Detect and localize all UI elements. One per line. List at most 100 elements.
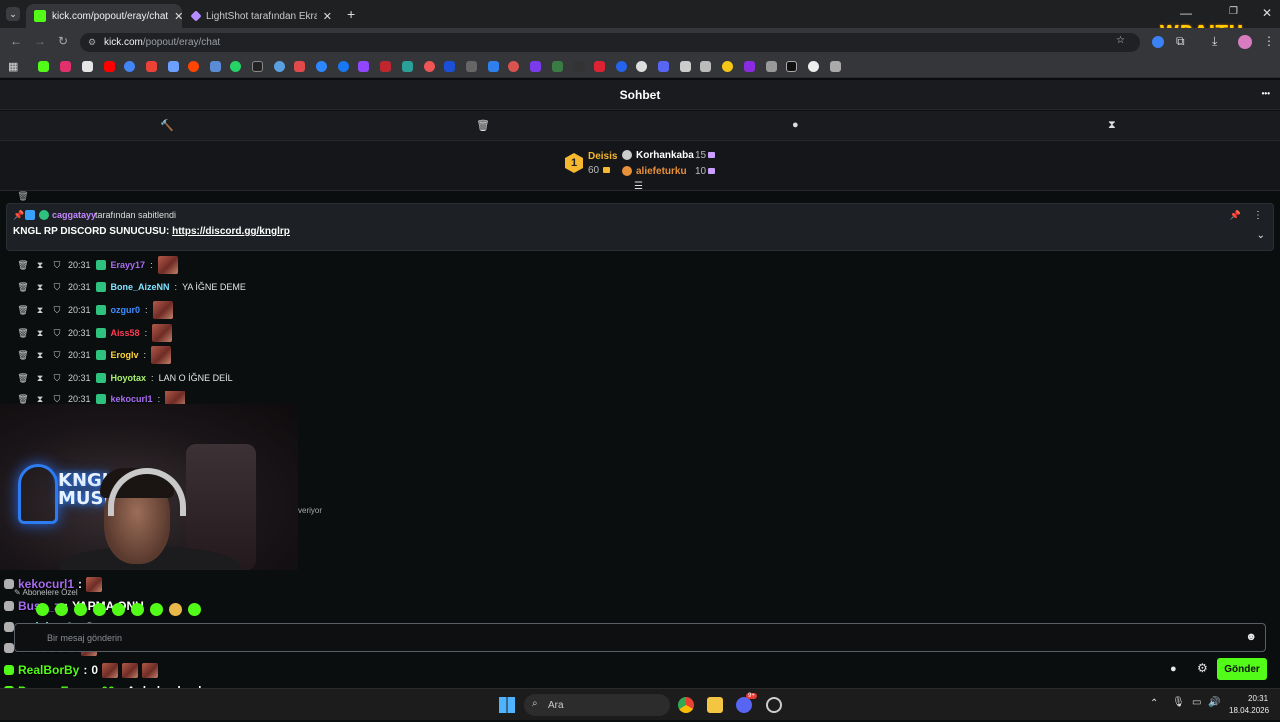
bookmark-star-icon[interactable]: ☆ — [1116, 35, 1125, 46]
timeout-hourglass-icon[interactable]: ⧗ — [34, 282, 46, 293]
bookmark-icon[interactable] — [700, 61, 711, 72]
message-username[interactable]: Hoyotax — [111, 373, 147, 383]
message-username[interactable]: Aiss58 — [111, 328, 140, 338]
leader-second-name[interactable]: Korhankaba — [636, 150, 694, 161]
ban-shield-icon[interactable]: ⛉ — [51, 282, 63, 293]
windows-start-icon[interactable] — [499, 697, 515, 713]
ban-shield-icon[interactable]: ⛉ — [51, 394, 63, 405]
ban-shield-icon[interactable]: ⛉ — [51, 328, 63, 339]
maximize-icon[interactable]: ❐ — [1229, 6, 1238, 17]
timeout-hourglass-icon[interactable]: ⧗ — [34, 394, 46, 405]
bookmark-icon[interactable] — [808, 61, 819, 72]
bookmark-icon[interactable] — [530, 61, 541, 72]
site-info-icon[interactable]: ⚙ — [88, 37, 96, 48]
bookmark-icon[interactable] — [574, 61, 585, 72]
reload-icon[interactable]: ↻ — [58, 34, 68, 48]
close-tab-icon[interactable]: ✕ — [174, 10, 183, 23]
bookmark-icon[interactable] — [830, 61, 841, 72]
message-username[interactable]: Eroglv — [111, 350, 139, 360]
bookmark-icon[interactable] — [744, 61, 755, 72]
file-explorer-icon[interactable] — [707, 697, 723, 713]
tab-search-icon[interactable]: ⌄ — [6, 7, 20, 21]
gmail-bookmark-icon[interactable] — [146, 61, 157, 72]
bookmark-icon[interactable] — [444, 61, 455, 72]
browser-menu-icon[interactable]: ⋮ — [1263, 34, 1275, 48]
delete-message-icon[interactable]: 🗑 — [17, 305, 29, 316]
pinned-menu-icon[interactable]: ⋮ — [1253, 210, 1263, 221]
expand-leaderboard-icon[interactable]: ☰ — [634, 181, 643, 192]
bookmark-icon[interactable] — [786, 61, 797, 72]
back-icon[interactable]: ← — [10, 34, 22, 48]
youtube-bookmark-icon[interactable] — [104, 61, 115, 72]
bookmark-icon[interactable] — [316, 61, 327, 72]
bookmark-icon[interactable] — [424, 61, 435, 72]
tray-chevron-icon[interactable]: ⌃ — [1150, 698, 1158, 709]
network-icon[interactable]: ▭ — [1192, 697, 1201, 708]
delete-message-icon[interactable]: 🗑 — [17, 373, 29, 384]
message-username[interactable]: kekocurl1 — [111, 394, 153, 404]
extensions-puzzle-icon[interactable]: ⧉ — [1176, 34, 1185, 49]
hourglass-icon[interactable]: ⧗ — [1108, 119, 1116, 132]
bookmark-icon[interactable] — [252, 61, 263, 72]
unpin-icon[interactable]: 📌 — [1230, 210, 1241, 221]
trash-icon[interactable]: 🗑 — [476, 119, 490, 132]
chat-bubble-icon[interactable]: ● — [792, 119, 799, 131]
clock-time[interactable]: 20:31 — [1248, 694, 1268, 703]
timeout-hourglass-icon[interactable]: ⧗ — [34, 305, 46, 316]
discord-taskbar-icon[interactable] — [736, 697, 752, 713]
pinned-by-user[interactable]: caggatayy — [52, 210, 96, 220]
ban-shield-icon[interactable]: ⛉ — [51, 373, 63, 384]
close-window-icon[interactable]: ✕ — [1262, 6, 1272, 20]
close-tab-icon[interactable]: ✕ — [323, 10, 332, 23]
profile-avatar[interactable] — [1238, 35, 1252, 49]
timeout-hourglass-icon[interactable]: ⧗ — [34, 328, 46, 339]
microphone-icon[interactable]: 🎙 — [1172, 697, 1185, 708]
pinned-link[interactable]: https://discord.gg/knglrp — [172, 226, 290, 237]
new-tab-button[interactable]: + — [347, 6, 355, 22]
instagram-bookmark-icon[interactable] — [60, 61, 71, 72]
trash-icon[interactable]: 🗑 — [17, 191, 29, 201]
kick-bookmark-icon[interactable] — [38, 61, 49, 72]
chat-users-icon[interactable]: ● — [1170, 663, 1177, 675]
leader-first-name[interactable]: Deisis — [588, 151, 617, 162]
bookmark-icon[interactable] — [616, 61, 627, 72]
bookmark-icon[interactable] — [552, 61, 563, 72]
extension-icon[interactable] — [1152, 36, 1164, 48]
download-icon[interactable]: ⤓ — [1212, 34, 1217, 49]
delete-message-icon[interactable]: 🗑 — [17, 328, 29, 339]
google-bookmark-icon[interactable] — [124, 61, 135, 72]
emote-icon[interactable] — [150, 603, 163, 616]
bookmark-icon[interactable] — [766, 61, 777, 72]
delete-message-icon[interactable]: 🗑 — [17, 350, 29, 361]
bookmark-icon[interactable] — [380, 61, 391, 72]
emote-icon[interactable] — [188, 603, 201, 616]
x-bookmark-icon[interactable] — [82, 61, 93, 72]
twitch-bookmark-icon[interactable] — [358, 61, 369, 72]
timeout-hourglass-icon[interactable]: ⧗ — [34, 260, 46, 271]
bookmark-icon[interactable] — [168, 61, 179, 72]
emote-icon[interactable] — [169, 603, 182, 616]
whatsapp-bookmark-icon[interactable] — [230, 61, 241, 72]
bookmark-icon[interactable] — [402, 61, 413, 72]
chrome-taskbar-icon[interactable] — [678, 697, 694, 713]
chat-input[interactable]: Bir mesaj gönderin ☻ — [14, 623, 1266, 652]
bookmark-icon[interactable] — [508, 61, 519, 72]
emote-icon[interactable] — [36, 603, 49, 616]
minimize-icon[interactable]: — — [1180, 6, 1192, 20]
bookmark-icon[interactable] — [722, 61, 733, 72]
emote-icon[interactable] — [55, 603, 68, 616]
taskbar-search[interactable]: ⌕ Ara — [524, 694, 670, 716]
bookmark-icon[interactable] — [466, 61, 477, 72]
delete-message-icon[interactable]: 🗑 — [17, 282, 29, 293]
expand-pinned-icon[interactable]: ⌄ — [1257, 230, 1265, 241]
bookmark-icon[interactable] — [274, 61, 285, 72]
address-bar[interactable]: ⚙ kick.com/popout/eray/chat ☆ — [80, 33, 1140, 52]
timeout-hourglass-icon[interactable]: ⧗ — [34, 373, 46, 384]
bookmark-icon[interactable] — [294, 61, 305, 72]
forward-icon[interactable]: → — [34, 34, 46, 48]
facebook-bookmark-icon[interactable] — [338, 61, 349, 72]
tab-lightshot[interactable]: LightShot tarafından Ekran Gör ✕ — [184, 4, 340, 28]
send-button[interactable]: Gönder — [1217, 658, 1267, 680]
timeout-hourglass-icon[interactable]: ⧗ — [34, 350, 46, 361]
reddit-bookmark-icon[interactable] — [188, 61, 199, 72]
